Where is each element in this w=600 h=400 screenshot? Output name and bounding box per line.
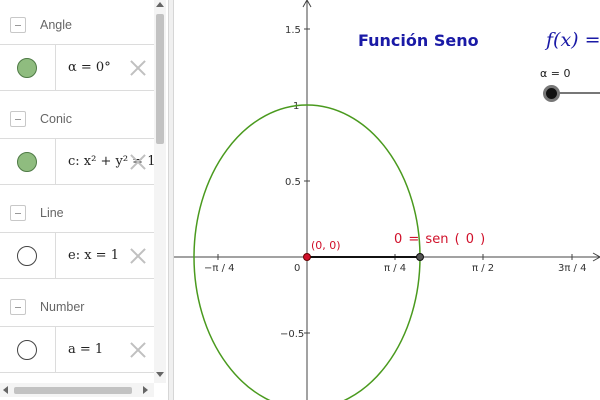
y-tick-label: 1.5 bbox=[285, 25, 301, 36]
collapse-icon[interactable] bbox=[10, 110, 26, 127]
point-label: (0, 0) bbox=[311, 239, 341, 252]
marble-cell bbox=[0, 327, 56, 372]
visibility-marble-icon[interactable] bbox=[17, 340, 37, 360]
delete-icon[interactable] bbox=[128, 246, 148, 266]
delete-icon[interactable] bbox=[128, 58, 148, 78]
scroll-right-arrow-icon[interactable] bbox=[143, 386, 148, 394]
visibility-marble-icon[interactable] bbox=[17, 58, 37, 78]
marble-cell bbox=[0, 139, 56, 184]
collapse-icon[interactable] bbox=[10, 298, 26, 315]
origin-point[interactable] bbox=[303, 253, 311, 261]
collapse-icon[interactable] bbox=[10, 16, 26, 33]
horizontal-scroll-thumb[interactable] bbox=[14, 387, 132, 394]
x-tick-label: 0 bbox=[294, 263, 300, 274]
circle-point[interactable] bbox=[416, 253, 424, 261]
delete-icon[interactable] bbox=[128, 152, 148, 172]
group-label-conic: Conic bbox=[40, 111, 72, 126]
algebra-item-number[interactable]: a = 1 bbox=[0, 326, 154, 373]
x-tick-label: −π / 4 bbox=[204, 263, 235, 274]
x-tick-label: π / 2 bbox=[472, 263, 494, 274]
scroll-left-arrow-icon[interactable] bbox=[3, 386, 8, 394]
algebra-item-angle[interactable]: α = 0° bbox=[0, 44, 154, 91]
group-label-number: Number bbox=[40, 299, 85, 314]
graphics-view[interactable]: −π / 4 0 π / 4 π / 2 3π / 4 1.5 1 0.5 −0… bbox=[174, 0, 600, 400]
marble-cell bbox=[0, 45, 56, 90]
page-title: Función Seno bbox=[358, 31, 479, 50]
y-tick-label: −0.5 bbox=[280, 329, 304, 340]
graphics-canvas[interactable]: −π / 4 0 π / 4 π / 2 3π / 4 1.5 1 0.5 −0… bbox=[174, 0, 600, 400]
slider-label: α = 0 bbox=[540, 67, 571, 80]
marble-cell bbox=[0, 233, 56, 278]
equation-label: 0 = sen ( 0 ) bbox=[394, 232, 486, 247]
visibility-marble-icon[interactable] bbox=[17, 246, 37, 266]
vertical-scroll-thumb[interactable] bbox=[156, 14, 164, 144]
x-tick-label: π / 4 bbox=[384, 263, 406, 274]
group-label-angle: Angle bbox=[40, 17, 72, 32]
group-header-conic[interactable]: Conic bbox=[0, 95, 154, 142]
slider-handle[interactable] bbox=[543, 85, 560, 102]
group-header-angle[interactable]: Angle bbox=[0, 1, 154, 48]
y-tick-label: 0.5 bbox=[285, 177, 301, 188]
algebra-panel: Angle α = 0° Conic c: x² + y² = 1 Line e… bbox=[0, 0, 168, 400]
collapse-icon[interactable] bbox=[10, 204, 26, 221]
algebra-item-conic[interactable]: c: x² + y² = 1 bbox=[0, 138, 154, 185]
delete-icon[interactable] bbox=[128, 340, 148, 360]
group-header-number[interactable]: Number bbox=[0, 283, 154, 330]
algebra-item-line[interactable]: e: x = 1 bbox=[0, 232, 154, 279]
scroll-up-arrow-icon[interactable] bbox=[156, 2, 164, 7]
visibility-marble-icon[interactable] bbox=[17, 152, 37, 172]
function-formula: f(x) = bbox=[546, 29, 600, 51]
group-header-line[interactable]: Line bbox=[0, 189, 154, 236]
group-label-line: Line bbox=[40, 205, 64, 220]
x-tick-label: 3π / 4 bbox=[558, 263, 586, 274]
scroll-down-arrow-icon[interactable] bbox=[156, 372, 164, 377]
